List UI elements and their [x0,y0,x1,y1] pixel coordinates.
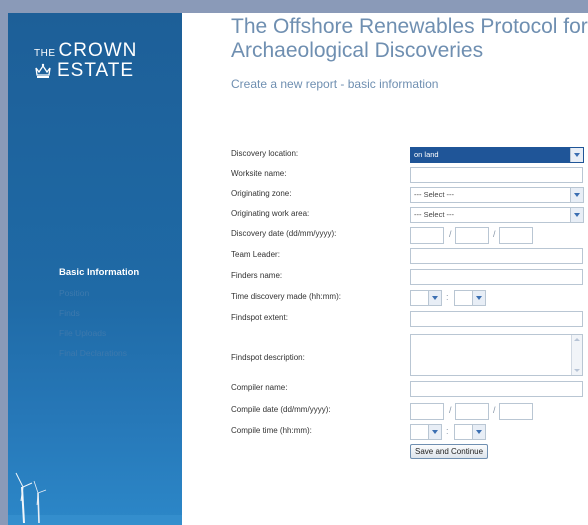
chevron-down-icon [472,425,485,439]
crown-icon [35,63,51,78]
nav-item-basic-information[interactable]: Basic Information [59,263,139,283]
row-findspot-description: Findspot description: [231,334,588,376]
page-subtitle: Create a new report - basic information [231,77,439,91]
page-frame: THE CROWN ESTATE Basic Information Posit… [8,13,588,525]
crown-estate-logo: THE CROWN ESTATE [34,40,137,82]
date-separator: / [449,405,452,415]
originating-zone-value: --- Select --- [414,190,454,199]
compiler-name-input[interactable] [410,381,583,397]
findspot-extent-label: Findspot extent: [231,313,288,322]
chevron-down-icon [570,188,583,202]
row-worksite-name: Worksite name: [231,167,588,185]
compile-date-year-input[interactable] [499,403,533,420]
textarea-scrollbar[interactable] [571,335,582,375]
wind-turbines-image [8,472,182,525]
findspot-description-label: Findspot description: [231,353,305,362]
main-content: The Offshore Renewables Protocol for Arc… [231,13,588,459]
save-and-continue-button[interactable]: Save and Continue [410,444,489,459]
row-originating-work-area: Originating work area: --- Select --- [231,207,588,225]
compile-date-label: Compile date (dd/mm/yyyy): [231,405,331,414]
row-save: Save and Continue [231,444,588,462]
worksite-name-input[interactable] [410,167,583,183]
time-discovery-hour-select[interactable] [410,290,442,306]
row-team-leader: Team Leader: [231,248,588,266]
logo-crown: CROWN [58,40,138,61]
sidebar-nav: Basic Information Position Finds File Up… [59,263,139,363]
discovery-date-label: Discovery date (dd/mm/yyyy): [231,229,337,238]
nav-item-position[interactable]: Position [59,283,139,303]
logo-estate: ESTATE [57,60,135,81]
discovery-date-month-input[interactable] [455,227,489,244]
chevron-down-icon [570,148,583,162]
compile-date-month-input[interactable] [455,403,489,420]
chevron-down-icon [472,291,485,305]
finders-name-input[interactable] [410,269,583,285]
nav-item-file-uploads[interactable]: File Uploads [59,323,139,343]
discovery-location-label: Discovery location: [231,149,299,158]
row-compile-time: Compile time (hh:mm): : [231,424,588,442]
compile-time-minute-select[interactable] [454,424,486,440]
discovery-date-day-input[interactable] [410,227,444,244]
row-compiler-name: Compiler name: [231,381,588,399]
compile-time-hour-select[interactable] [410,424,442,440]
time-discovery-minute-select[interactable] [454,290,486,306]
team-leader-input[interactable] [410,248,583,264]
findspot-description-textarea[interactable] [410,334,583,376]
compiler-name-label: Compiler name: [231,383,288,392]
time-discovery-label: Time discovery made (hh:mm): [231,292,341,301]
row-originating-zone: Originating zone: --- Select --- [231,187,588,205]
chevron-down-icon [428,291,441,305]
chevron-down-icon [570,208,583,222]
sidebar: THE CROWN ESTATE Basic Information Posit… [8,13,182,525]
discovery-location-select[interactable]: on land [410,147,584,163]
date-separator: / [493,229,496,239]
row-discovery-date: Discovery date (dd/mm/yyyy): / / [231,227,588,245]
nav-item-finds[interactable]: Finds [59,303,139,323]
worksite-name-label: Worksite name: [231,169,287,178]
compile-time-label: Compile time (hh:mm): [231,426,312,435]
originating-zone-select[interactable]: --- Select --- [410,187,584,203]
originating-zone-label: Originating zone: [231,189,292,198]
time-separator: : [446,426,449,436]
row-findspot-extent: Findspot extent: [231,311,588,329]
page-title: The Offshore Renewables Protocol for Arc… [231,15,588,62]
chevron-down-icon [428,425,441,439]
row-discovery-location: Discovery location: on land [231,147,588,165]
row-compile-date: Compile date (dd/mm/yyyy): / / [231,403,588,421]
discovery-date-year-input[interactable] [499,227,533,244]
row-finders-name: Finders name: [231,269,588,287]
team-leader-label: Team Leader: [231,250,280,259]
findspot-extent-input[interactable] [410,311,583,327]
logo-the: THE [34,48,56,59]
nav-item-final-declarations[interactable]: Final Declarations [59,343,139,363]
originating-work-area-value: --- Select --- [414,210,454,219]
date-separator: / [493,405,496,415]
originating-work-area-label: Originating work area: [231,209,310,218]
time-separator: : [446,292,449,302]
row-time-discovery: Time discovery made (hh:mm): : [231,290,588,308]
date-separator: / [449,229,452,239]
originating-work-area-select[interactable]: --- Select --- [410,207,584,223]
discovery-location-value: on land [414,150,439,159]
finders-name-label: Finders name: [231,271,283,280]
compile-date-day-input[interactable] [410,403,444,420]
